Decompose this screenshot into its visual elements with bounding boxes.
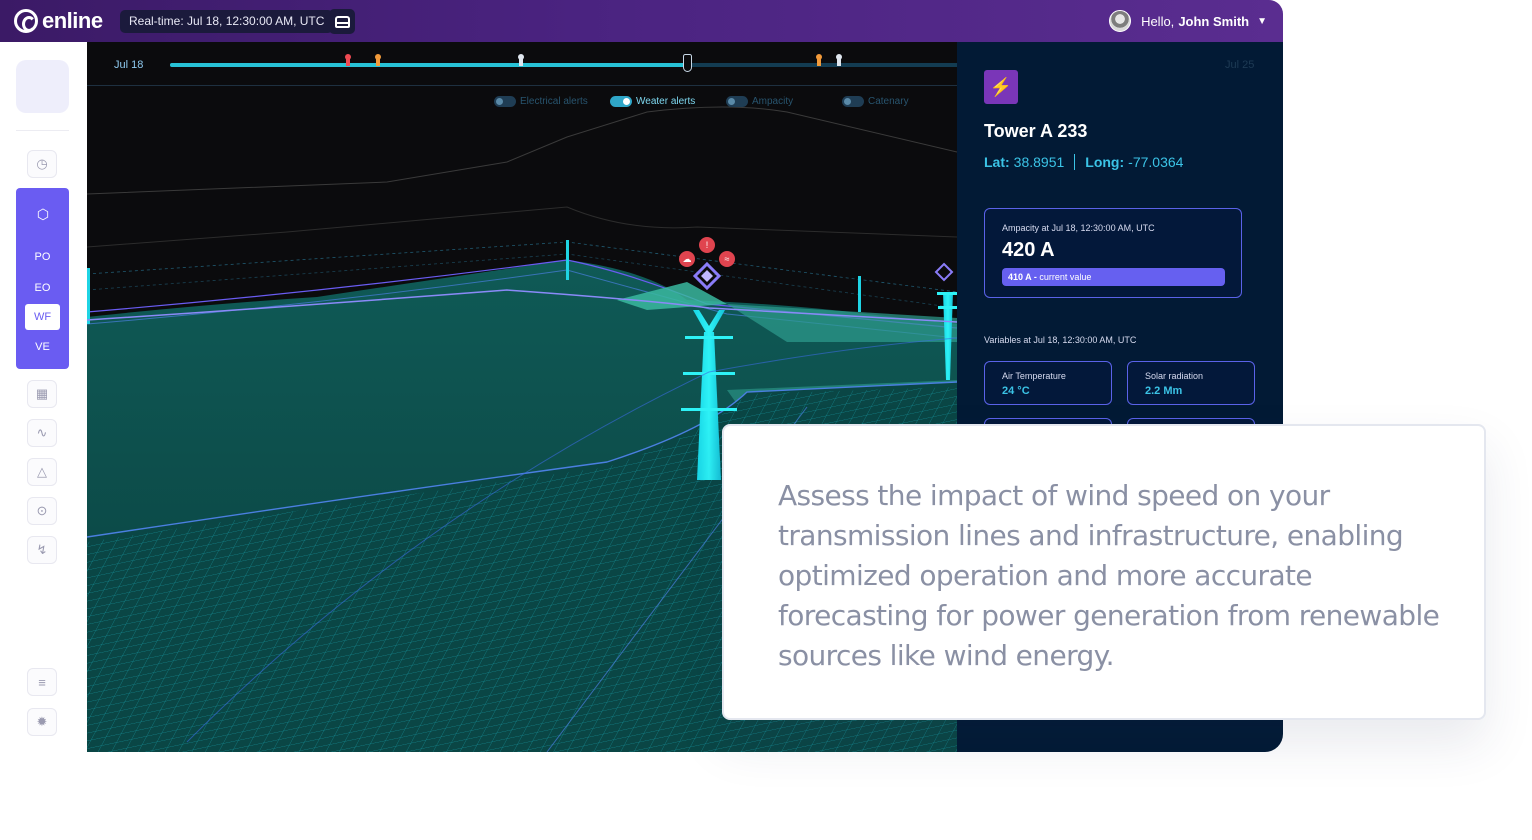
ampacity-value: 420 A	[1002, 239, 1055, 261]
alert-triangle-icon[interactable]: △	[27, 458, 57, 486]
sidebar-sub-ve[interactable]: VE	[25, 334, 60, 360]
tower-title: Tower A 233	[984, 121, 1088, 141]
settings-icon[interactable]: ✹	[27, 708, 57, 736]
feature-description-card: Assess the impact of wind speed on your …	[722, 424, 1486, 720]
toggle-label: Weater alerts	[636, 96, 696, 107]
variable-value: 24 °C	[1002, 385, 1030, 397]
timeline-event-marker[interactable]	[375, 54, 381, 66]
timeline-progress	[170, 63, 687, 67]
sidebar-item-assets[interactable]: ⬡ PO EO WF VE	[16, 188, 69, 369]
current-value-number: 410 A -	[1008, 272, 1037, 282]
toggle-switch[interactable]	[494, 96, 516, 107]
wind-alert-icon[interactable]: ≈	[719, 251, 735, 267]
logo-text: enline	[42, 8, 103, 33]
realtime-badge: Real-time: Jul 18, 12:30:00 AM, UTC	[120, 10, 334, 33]
tower-coordinates: Lat: 38.8951 Long: -77.0364	[984, 154, 1183, 170]
variable-label: Solar radiation	[1145, 371, 1204, 381]
sidebar-logo-placeholder	[16, 60, 69, 113]
thermometer-alert-icon[interactable]: !	[699, 237, 715, 253]
storm-alert-icon[interactable]: ☁	[679, 251, 695, 267]
variables-caption: Variables at Jul 18, 12:30:00 AM, UTC	[984, 335, 1137, 345]
timeline-end-label: Jul 25	[1225, 59, 1255, 71]
toggle-switch[interactable]	[610, 96, 632, 107]
long-value: -77.0364	[1128, 154, 1184, 170]
sidebar-sub-po[interactable]: PO	[25, 244, 60, 270]
map-icon[interactable]: ▦	[27, 380, 57, 408]
layer-toggles: Electrical alerts Weater alerts Ampacity…	[87, 96, 957, 110]
variable-card-air-temperature: Air Temperature 24 °C	[984, 361, 1112, 405]
timeline-event-marker[interactable]	[345, 54, 351, 66]
variable-value: 2.2 Mm	[1145, 385, 1183, 397]
sliders-icon[interactable]: ≡	[27, 668, 57, 696]
variable-label: Air Temperature	[1002, 371, 1066, 381]
timeline-start-label: Jul 18	[114, 59, 144, 71]
variable-card-solar-radiation: Solar radiation 2.2 Mm	[1127, 361, 1255, 405]
ampacity-card: Ampacity at Jul 18, 12:30:00 AM, UTC 420…	[984, 208, 1242, 298]
route-icon[interactable]: ↯	[27, 536, 57, 564]
cube-icon: ⬡	[36, 205, 50, 222]
ampacity-caption: Ampacity at Jul 18, 12:30:00 AM, UTC	[1002, 223, 1155, 233]
toggle-switch[interactable]	[842, 96, 864, 107]
sidebar-divider	[16, 130, 69, 131]
broadcast-icon[interactable]: ⊙	[27, 497, 57, 525]
chevron-down-icon: ▼	[1257, 15, 1267, 27]
toggle-label: Electrical alerts	[520, 96, 588, 107]
enline-logo-icon	[14, 9, 38, 33]
timeline-event-marker[interactable]	[518, 54, 524, 66]
lat-value: 38.8951	[1013, 154, 1065, 170]
timeline: Jul 18	[87, 42, 957, 86]
storage-button[interactable]	[329, 9, 355, 34]
coord-divider	[1074, 154, 1076, 170]
activity-icon[interactable]: ∿	[27, 419, 57, 447]
user-menu[interactable]: Hello, John Smith ▼	[1109, 10, 1267, 32]
timeline-scrubber-handle[interactable]	[683, 54, 692, 72]
timeline-divider	[87, 85, 957, 86]
hard-drive-icon	[334, 15, 350, 28]
toggle-label: Ampacity	[752, 96, 794, 107]
greeting-text: Hello,	[1141, 13, 1175, 29]
current-value-bar: 410 A - current value	[1002, 268, 1225, 286]
toggle-label: Catenary	[868, 96, 909, 107]
toggle-catenary[interactable]: Catenary	[842, 96, 909, 107]
toggle-ampacity[interactable]: Ampacity	[726, 96, 793, 107]
long-label: Long:	[1085, 154, 1125, 170]
enline-logo[interactable]: enline	[14, 8, 103, 34]
lat-label: Lat:	[984, 154, 1010, 170]
feature-description-text: Assess the impact of wind speed on your …	[778, 479, 1440, 672]
current-value-text: current value	[1039, 272, 1092, 282]
toggle-switch[interactable]	[726, 96, 748, 107]
dashboard-icon[interactable]: ◷	[27, 150, 57, 178]
sidebar: ◷ ⬡ PO EO WF VE ▦ ∿ △ ⊙ ↯ ≡ ✹	[0, 42, 87, 752]
sidebar-sub-wf[interactable]: WF	[25, 304, 60, 330]
timeline-event-marker[interactable]	[836, 54, 842, 66]
timeline-event-marker[interactable]	[816, 54, 822, 66]
user-name: John Smith	[1178, 13, 1250, 29]
sidebar-sub-eo[interactable]: EO	[25, 275, 60, 301]
avatar	[1109, 10, 1132, 32]
toggle-electrical-alerts[interactable]: Electrical alerts	[494, 96, 588, 107]
toggle-weather-alerts[interactable]: Weater alerts	[610, 96, 695, 107]
top-bar: enline Real-time: Jul 18, 12:30:00 AM, U…	[0, 0, 1283, 42]
transmission-tower-icon: ⚡	[984, 70, 1018, 104]
